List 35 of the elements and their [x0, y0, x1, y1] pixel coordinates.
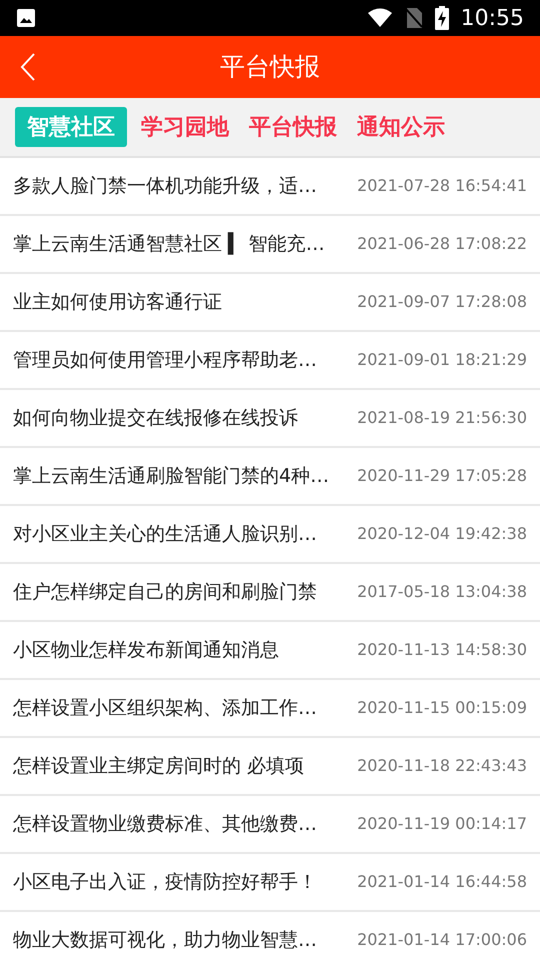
page-title: 平台快报	[220, 51, 320, 84]
article-title[interactable]: 掌上云南生活通智慧社区 ▍ 智能充…	[13, 230, 358, 258]
article-date: 2021-09-07 17:28:08	[357, 291, 527, 313]
article-date: 2020-11-15 00:15:09	[357, 697, 527, 719]
article-title[interactable]: 管理员如何使用管理小程序帮助老…	[13, 346, 358, 374]
article-date: 2020-12-04 19:42:38	[357, 523, 527, 545]
article-date: 2021-09-01 18:21:29	[357, 349, 527, 371]
article-date: 2021-06-28 17:08:22	[357, 233, 527, 255]
article-date: 2021-01-14 17:00:06	[357, 929, 527, 951]
back-icon	[20, 53, 36, 81]
article-date: 2020-11-13 14:58:30	[357, 639, 527, 661]
article-date: 2021-01-14 16:44:58	[357, 871, 527, 893]
status-time: 10:55	[460, 4, 524, 32]
article-title[interactable]: 怎样设置小区组织架构、添加工作…	[13, 694, 358, 722]
article-date: 2020-11-18 22:43:43	[357, 755, 527, 777]
no-sim-icon	[404, 7, 423, 29]
article-date: 2021-08-19 21:56:30	[357, 407, 527, 429]
article-date: 2020-11-29 17:05:28	[357, 465, 527, 487]
battery-charging-icon	[434, 6, 449, 30]
article-title[interactable]: 如何向物业提交在线报修在线投诉	[13, 404, 358, 432]
image-icon	[16, 8, 36, 28]
article-date: 2017-05-18 13:04:38	[357, 581, 527, 603]
article-title[interactable]: 掌上云南生活通刷脸智能门禁的4种…	[13, 462, 358, 490]
article-title[interactable]: 对小区业主关心的生活通人脸识别…	[13, 520, 358, 548]
article-title[interactable]: 小区物业怎样发布新闻通知消息	[13, 636, 358, 664]
article-date: 2021-07-28 16:54:41	[357, 175, 527, 197]
article-title[interactable]: 多款人脸门禁一体机功能升级，适…	[13, 172, 358, 200]
article-title[interactable]: 怎样设置业主绑定房间时的 必填项	[13, 752, 358, 780]
article-title[interactable]: 住户怎样绑定自己的房间和刷脸门禁	[13, 578, 358, 606]
article-title[interactable]: 业主如何使用访客通行证	[13, 288, 358, 316]
wifi-icon	[366, 8, 393, 28]
article-title[interactable]: 物业大数据可视化，助力物业智慧…	[13, 926, 358, 954]
article-title[interactable]: 怎样设置物业缴费标准、其他缴费…	[13, 810, 358, 838]
article-title[interactable]: 小区电子出入证，疫情防控好帮手！	[13, 868, 358, 896]
article-date: 2020-11-19 00:14:17	[357, 813, 527, 835]
